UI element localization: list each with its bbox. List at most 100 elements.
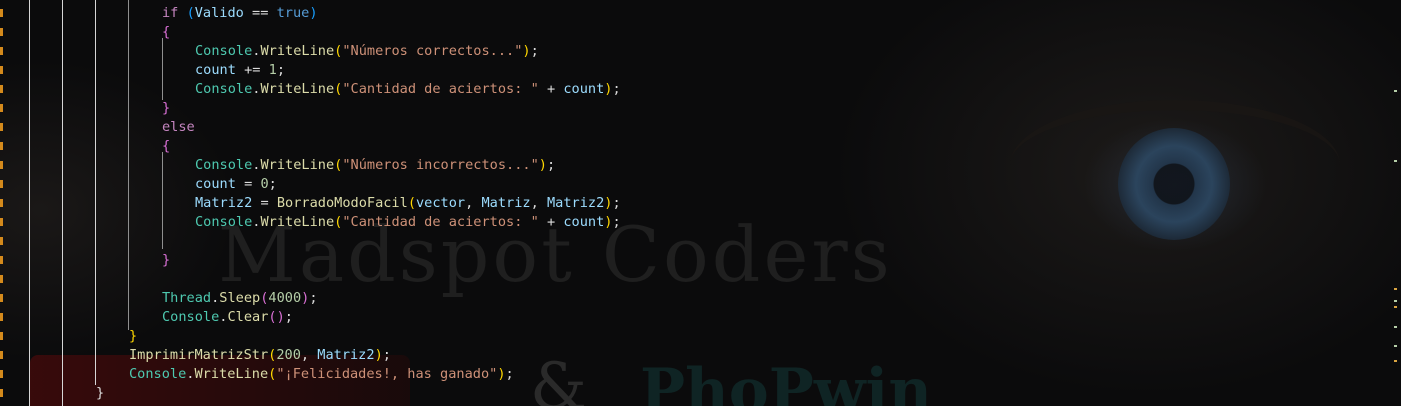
code-line[interactable]: { <box>162 23 170 42</box>
code-token: Console <box>162 309 220 325</box>
minimap-mark <box>1394 288 1397 290</box>
code-line[interactable]: Console.WriteLine("Números incorrectos..… <box>195 156 555 175</box>
code-token: ; <box>612 214 621 230</box>
code-token: WriteLine <box>194 366 269 382</box>
minimap-mark <box>1394 326 1397 328</box>
gutter-mark <box>0 9 3 17</box>
code-line[interactable]: } <box>96 384 104 403</box>
code-token: Valido <box>194 5 244 21</box>
code-token: ; <box>382 347 391 363</box>
code-line[interactable]: Matriz2 = BorradoModoFacil(vector, Matri… <box>195 194 621 213</box>
change-gutter <box>0 0 4 406</box>
code-token: } <box>162 100 171 116</box>
code-token: ; <box>505 366 514 382</box>
code-token: 0 <box>260 176 269 192</box>
minimap-mark <box>1394 306 1397 308</box>
minimap-mark <box>1394 160 1397 162</box>
code-token: 1 <box>268 62 277 78</box>
code-line[interactable]: } <box>129 327 137 346</box>
gutter-mark <box>0 66 3 74</box>
code-token: ) <box>522 43 531 59</box>
code-token: Console <box>195 157 253 173</box>
indent-guide <box>62 0 63 406</box>
minimap-mark <box>1394 90 1397 92</box>
code-token: ; <box>309 290 318 306</box>
code-token: "Cantidad de aciertos: " <box>342 214 539 230</box>
code-token: Console <box>129 366 187 382</box>
code-line[interactable]: Console.WriteLine("Números correctos..."… <box>195 42 539 61</box>
code-token: "Números incorrectos..." <box>342 157 539 173</box>
gutter-mark <box>0 123 3 131</box>
code-token: ; <box>268 176 277 192</box>
watermark-subtitle: PhoPwin <box>640 356 932 406</box>
code-line[interactable]: Console.Clear(); <box>162 308 293 327</box>
code-token: 4000 <box>268 290 302 306</box>
code-token: Clear <box>227 309 269 325</box>
code-line[interactable]: Console.WriteLine("Cantidad de aciertos:… <box>195 80 621 99</box>
gutter-mark <box>0 85 3 93</box>
code-token: WriteLine <box>260 157 335 173</box>
code-token: else <box>162 119 195 135</box>
code-line[interactable]: count += 1; <box>195 61 285 80</box>
code-line[interactable]: if (Valido == true) <box>162 4 318 23</box>
gutter-mark <box>0 256 3 264</box>
code-token: ) <box>374 347 383 363</box>
gutter-mark <box>0 161 3 169</box>
code-line[interactable]: count = 0; <box>195 175 277 194</box>
code-token: ( <box>186 5 195 21</box>
code-token: ; <box>612 81 621 97</box>
gutter-mark <box>0 313 3 321</box>
code-token: ; <box>284 309 293 325</box>
code-line[interactable]: else <box>162 118 195 137</box>
code-line[interactable]: ImprimirMatrizStr(200, Matriz2); <box>129 346 391 365</box>
gutter-mark <box>0 237 3 245</box>
code-token: 200 <box>276 347 301 363</box>
code-token: = <box>252 195 277 211</box>
gutter-mark <box>0 294 3 302</box>
code-line[interactable]: } <box>162 99 170 118</box>
code-line[interactable]: Thread.Sleep(4000); <box>162 289 318 308</box>
code-line[interactable]: } <box>162 251 170 270</box>
code-token: Matriz <box>481 195 531 211</box>
code-token: ; <box>276 62 286 78</box>
gutter-mark <box>0 180 3 188</box>
code-token: if <box>162 5 179 21</box>
code-token: Thread <box>162 290 212 306</box>
code-token: true <box>276 5 310 21</box>
code-editor[interactable]: Madspot Coders & PhoPwin if (Valido == t… <box>0 0 1401 406</box>
gutter-mark <box>0 370 3 378</box>
code-token: ; <box>530 43 539 59</box>
gutter-mark <box>0 104 3 112</box>
code-token: ) <box>538 157 547 173</box>
code-token: ; <box>546 157 556 173</box>
code-token: "Cantidad de aciertos: " <box>342 81 539 97</box>
code-token: { <box>162 24 171 40</box>
code-line[interactable]: Console.WriteLine("¡Felicidades!, has ga… <box>129 365 514 384</box>
code-token: { <box>162 138 171 154</box>
code-token: } <box>96 385 105 401</box>
gutter-mark <box>0 218 3 226</box>
minimap-mark <box>1394 300 1397 302</box>
code-token: "¡Felicidades!, has ganado" <box>276 366 498 382</box>
code-token: count <box>563 81 605 97</box>
code-token: } <box>129 328 138 344</box>
minimap-mark <box>1394 345 1397 347</box>
code-token: "Números correctos..." <box>342 43 523 59</box>
code-token: Console <box>195 43 253 59</box>
code-token: , <box>530 195 547 211</box>
gutter-mark <box>0 389 3 397</box>
gutter-mark <box>0 275 3 283</box>
indent-guide <box>29 0 30 406</box>
code-token: Matriz2 <box>195 195 253 211</box>
code-token: count <box>195 62 236 78</box>
watermark-ampersand: & <box>530 350 587 406</box>
gutter-mark <box>0 47 3 55</box>
code-token: } <box>162 252 171 268</box>
code-token: Console <box>195 81 253 97</box>
code-token: Sleep <box>219 290 261 306</box>
background-eye-iris <box>1118 128 1230 240</box>
code-line[interactable]: { <box>162 137 170 156</box>
code-line[interactable]: Console.WriteLine("Cantidad de aciertos:… <box>195 213 621 232</box>
code-token: ) <box>309 5 318 21</box>
